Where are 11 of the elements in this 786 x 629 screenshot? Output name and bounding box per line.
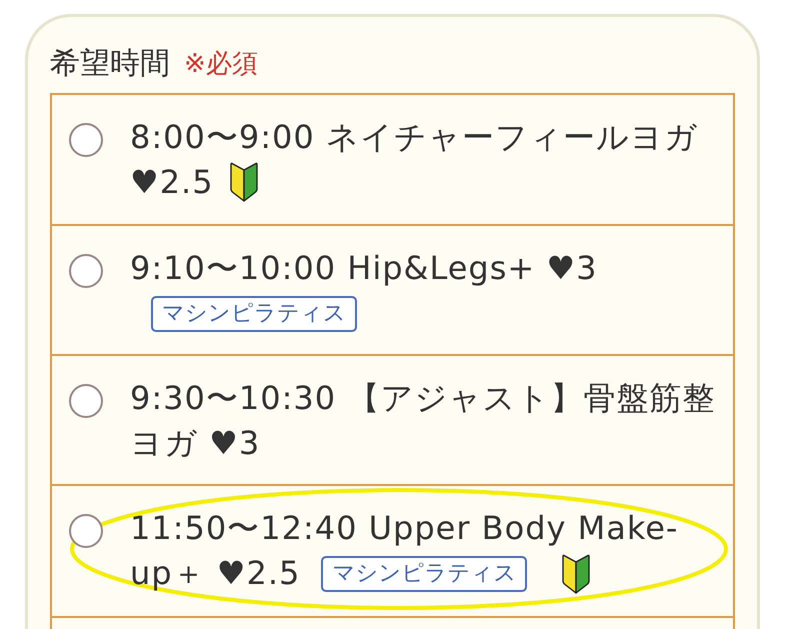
required-note: ※必須 xyxy=(184,48,258,81)
category-tag: マシンピラティス xyxy=(151,296,357,332)
category-tag: マシンピラティス xyxy=(321,556,528,592)
option-label[interactable]: 9:10〜10:00 Hip&Legs+ ♥3 マシンピラティス xyxy=(130,246,717,336)
option-label[interactable]: 9:30〜10:30 【アジャスト】骨盤筋整ヨガ ♥3 xyxy=(130,376,717,466)
radio-button[interactable] xyxy=(69,254,103,288)
radio-button[interactable] xyxy=(69,384,103,418)
radio-button[interactable] xyxy=(69,123,103,157)
field-label: 希望時間 xyxy=(50,47,170,81)
option-label[interactable]: 8:00〜9:00 ネイチャーフィールヨガ ♥2.5 xyxy=(130,115,717,206)
radio-button[interactable] xyxy=(69,514,103,548)
